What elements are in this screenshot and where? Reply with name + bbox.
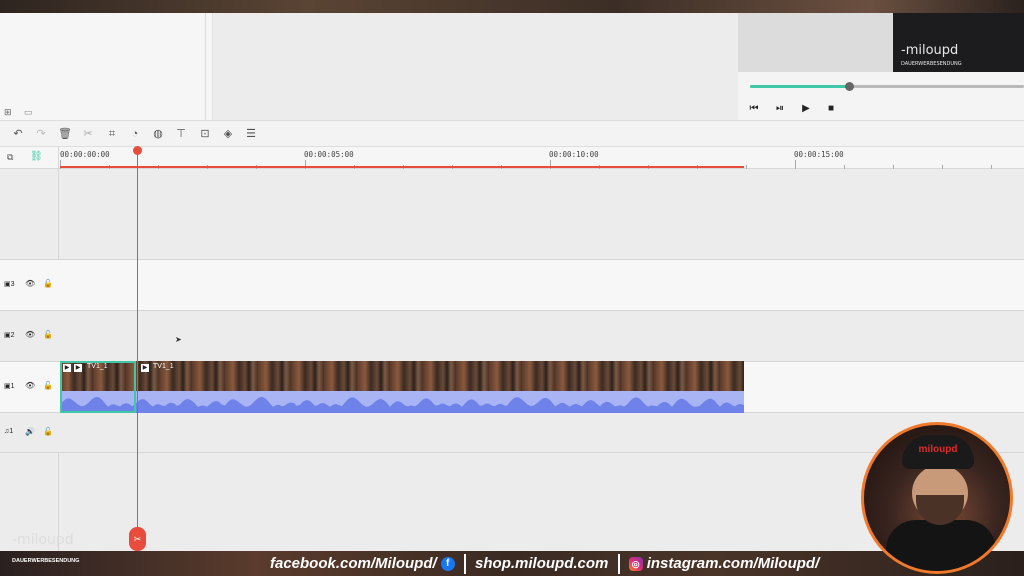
crop-icon[interactable]: ⌗ [105, 127, 119, 141]
color-icon[interactable]: ◍ [151, 127, 165, 141]
motion-icon[interactable]: ◈ [221, 127, 235, 141]
progress-knob[interactable] [844, 82, 854, 91]
media-panel: ⊞ ▭ [0, 13, 213, 120]
playhead-line[interactable] [137, 154, 138, 540]
track-video-3[interactable]: ▣3 👁 🔓 [0, 259, 1024, 310]
cut-icon[interactable]: ✂ [81, 127, 95, 141]
lock-icon[interactable]: 🔓 [43, 330, 53, 339]
undo-icon[interactable]: ↶ [11, 127, 25, 141]
timeline-toolbar: ↶ ↷ 🗑 ✂ ⌗ ◔ ◍ ⊤ ⊡ ◈ ☰ [0, 120, 1024, 147]
stop-button[interactable]: ■ [824, 103, 838, 114]
timeline-ruler[interactable]: ⧉ ⛓ 00:00:00:00 00:00:05:00 00:00:10:00 … [0, 147, 1024, 169]
shop-link: shop.miloupd.com [475, 555, 609, 572]
preview-logo: -miloupd [901, 43, 959, 58]
step-button[interactable]: ⏯ [773, 103, 787, 114]
track-header: ▣3 👁 🔓 [0, 260, 59, 310]
track-header: ▣1 👁 🔓 [0, 362, 59, 412]
webcam-overlay: miloupd [861, 422, 1013, 574]
waveform-svg [60, 396, 744, 413]
eye-icon[interactable]: 👁 [25, 330, 35, 339]
audio-mixer-icon[interactable]: ⊤ [174, 127, 188, 141]
track-label: ♫1 [4, 428, 14, 435]
instagram-link: instagram.com/Miloupd/ [646, 555, 820, 572]
zoom-icon[interactable]: ⊡ [198, 127, 212, 141]
preview-logo-area: -miloupd DAUERWERBESENDUNG [893, 13, 1024, 72]
video-clip[interactable]: ▶ ▶ TV1_1 ▶ TV1_1 [60, 361, 744, 413]
clip-play-icon: ▶ [141, 364, 149, 372]
preview-panel: -miloupd DAUERWERBESENDUNG ⏮ ⏯ ▶ ■ [738, 13, 1024, 120]
speed-icon[interactable]: ◔ [128, 127, 142, 141]
instagram-icon: ◎ [628, 557, 643, 572]
background-top [0, 0, 1024, 13]
prev-frame-button[interactable]: ⏮ [747, 103, 761, 114]
clip-play-icon: ▶ [74, 364, 82, 372]
new-folder-icon[interactable]: ⊞ [4, 107, 12, 118]
lock-icon[interactable]: 🔓 [43, 381, 53, 390]
ruler-tick [795, 160, 796, 169]
progress-fill [750, 85, 849, 88]
eye-icon[interactable]: 👁 [25, 279, 35, 288]
track-audio-1[interactable]: ♫1 🔊 🔓 [0, 412, 1024, 452]
preview-video [738, 13, 893, 72]
watermark-sub: DAUERWERBESENDUNG [12, 558, 80, 564]
webcam-shirt [886, 520, 996, 571]
play-button[interactable]: ▶ [799, 103, 813, 114]
clip-play-icon: ▶ [63, 364, 71, 372]
mouse-cursor-icon: ➤ [175, 335, 182, 344]
track-video-2[interactable]: ▣2 👁 🔓 [0, 310, 1024, 361]
delete-icon[interactable]: 🗑 [58, 127, 72, 141]
clip-label: TV1_1 [87, 363, 108, 370]
facebook-link: facebook.com/Miloupd/ [270, 555, 437, 572]
redo-icon[interactable]: ↷ [34, 127, 48, 141]
facebook-icon: f [440, 557, 455, 572]
track-divider [0, 452, 1024, 453]
separator [463, 554, 466, 575]
social-links-overlay: facebook.com/Miloupd/f shop.miloupd.com … [270, 551, 819, 576]
editor-screen: ⊞ ▭ -miloupd DAUERWERBESENDUNG ⏮ ⏯ ▶ ■ ↶… [0, 0, 1024, 576]
webcam-cap: miloupd [902, 435, 974, 469]
eye-icon[interactable]: 👁 [25, 381, 35, 390]
watermark-logo: -miloupd DAUERWERBESENDUNG [12, 532, 92, 572]
cap-brand-text: miloupd [918, 444, 958, 455]
track-label: ▣1 [4, 383, 15, 390]
separator [617, 554, 620, 575]
watermark-text: -miloupd [12, 532, 74, 548]
track-header: ♫1 🔊 🔓 [0, 413, 59, 452]
track-label: ▣3 [4, 281, 15, 288]
track-label: ▣2 [4, 332, 15, 339]
clip-audio-waveform [60, 391, 744, 413]
playhead-handle[interactable] [133, 146, 142, 155]
adjust-icon[interactable]: ☰ [244, 127, 258, 141]
media-list [0, 13, 206, 120]
library-panel [213, 13, 738, 120]
waveform-path [60, 396, 744, 413]
volume-icon[interactable]: 🔊 [25, 427, 35, 436]
lock-icon[interactable]: 🔓 [43, 279, 53, 288]
split-scissors-icon[interactable]: ✂ [129, 527, 146, 551]
clip-label: TV1_1 [153, 363, 174, 370]
folder-icon[interactable]: ▭ [24, 107, 33, 118]
preview-progress-bar[interactable] [750, 82, 1024, 91]
lock-icon[interactable]: 🔓 [43, 427, 53, 436]
track-header: ▣2 👁 🔓 [0, 311, 59, 361]
render-range-bar [60, 166, 744, 168]
preview-logo-sub: DAUERWERBESENDUNG [901, 61, 962, 67]
